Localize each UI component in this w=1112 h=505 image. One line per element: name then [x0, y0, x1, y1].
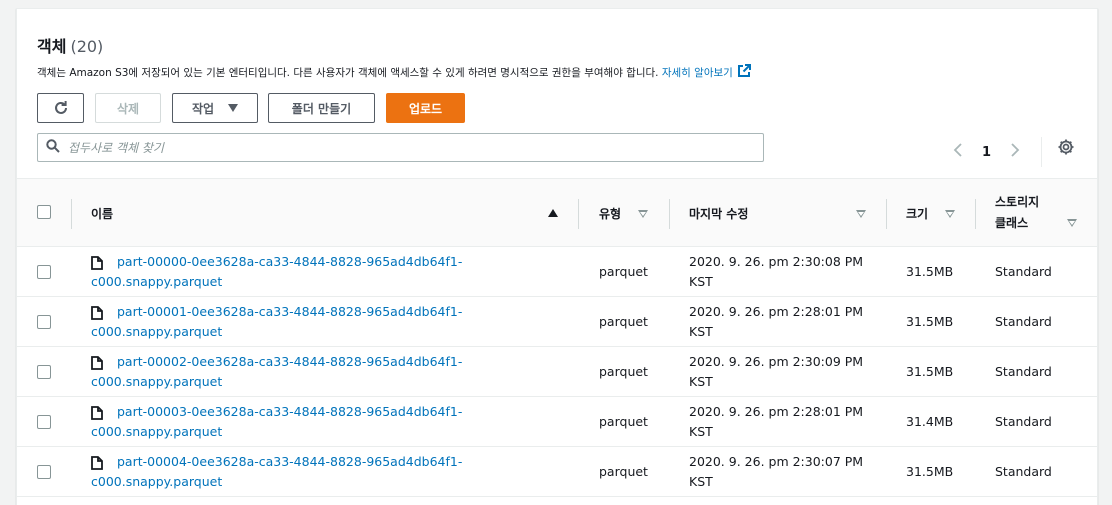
object-type: parquet	[599, 464, 648, 479]
select-all-checkbox[interactable]	[37, 205, 51, 219]
table-body: part-00000-0ee3628a-ca33-4844-8828-965ad…	[17, 247, 1097, 497]
object-name-link[interactable]: part-00001-0ee3628a-ca33-4844-8828-965ad…	[91, 302, 491, 342]
table-row[interactable]: part-00001-0ee3628a-ca33-4844-8828-965ad…	[17, 297, 1097, 347]
storage-class: Standard	[995, 464, 1052, 479]
column-name[interactable]: 이름	[91, 179, 113, 247]
object-size: 31.4MB	[906, 414, 954, 429]
object-type: parquet	[599, 264, 648, 279]
search-icon	[46, 138, 60, 157]
object-name-link[interactable]: part-00003-0ee3628a-ca33-4844-8828-965ad…	[91, 402, 491, 442]
next-page-icon[interactable]	[1009, 142, 1021, 162]
pager-divider	[1041, 137, 1043, 167]
prev-page-icon[interactable]	[952, 142, 964, 162]
learn-more-link[interactable]: 자세히 알아보기	[662, 67, 733, 79]
column-storage-class[interactable]: 스토리지 클래스	[995, 179, 1039, 247]
column-divider	[578, 199, 579, 229]
row-checkbox[interactable]	[37, 365, 51, 379]
description-text: 객체는 Amazon S3에 저장되어 있는 기본 엔터티입니다. 다른 사용자…	[37, 67, 659, 79]
table-header: 이름 유형 마지막 수정 크기 스토리지 클래스	[17, 178, 1097, 247]
last-modified-timezone: KST	[689, 424, 713, 439]
table-row[interactable]: part-00003-0ee3628a-ca33-4844-8828-965ad…	[17, 397, 1097, 447]
column-divider	[975, 199, 976, 229]
object-count: (20)	[70, 37, 104, 56]
last-modified-timezone: KST	[689, 374, 713, 389]
row-checkbox[interactable]	[37, 465, 51, 479]
refresh-button[interactable]	[37, 93, 84, 123]
storage-class: Standard	[995, 264, 1052, 279]
last-modified-datetime: 2020. 9. 26. pm 2:28:01 PM	[689, 404, 864, 419]
sort-icon[interactable]	[856, 210, 866, 218]
refresh-icon	[54, 101, 67, 114]
delete-button[interactable]: 삭제	[95, 93, 161, 123]
actions-label: 작업	[191, 101, 215, 116]
column-modified[interactable]: 마지막 수정	[689, 179, 748, 247]
objects-table: 이름 유형 마지막 수정 크기 스토리지 클래스 part-00000-0ee3…	[17, 178, 1097, 497]
storage-class-label-1: 스토리지	[995, 195, 1040, 209]
column-divider	[886, 199, 887, 229]
object-size: 31.5MB	[906, 314, 954, 329]
row-checkbox[interactable]	[37, 315, 51, 329]
actions-dropdown[interactable]: 작업	[172, 93, 258, 123]
external-link-icon[interactable]	[737, 64, 751, 81]
gear-icon[interactable]	[1057, 138, 1075, 160]
object-type: parquet	[599, 364, 648, 379]
last-modified: 2020. 9. 26. pm 2:30:07 PM KST	[689, 452, 863, 492]
last-modified-timezone: KST	[689, 324, 713, 339]
table-row[interactable]: part-00000-0ee3628a-ca33-4844-8828-965ad…	[17, 247, 1097, 297]
last-modified-datetime: 2020. 9. 26. pm 2:28:01 PM	[689, 304, 864, 319]
table-row[interactable]: part-00004-0ee3628a-ca33-4844-8828-965ad…	[17, 447, 1097, 497]
last-modified-timezone: KST	[689, 274, 713, 289]
storage-class: Standard	[995, 414, 1052, 429]
storage-class: Standard	[995, 314, 1052, 329]
sort-icon[interactable]	[638, 210, 648, 218]
last-modified: 2020. 9. 26. pm 2:30:09 PM KST	[689, 352, 863, 392]
last-modified-datetime: 2020. 9. 26. pm 2:30:09 PM	[689, 354, 864, 369]
title-text: 객체	[37, 37, 67, 56]
object-size: 31.5MB	[906, 364, 954, 379]
column-divider	[71, 199, 72, 229]
last-modified: 2020. 9. 26. pm 2:28:01 PM KST	[689, 302, 863, 342]
column-type[interactable]: 유형	[599, 179, 621, 247]
description: 객체는 Amazon S3에 저장되어 있는 기본 엔터티입니다. 다른 사용자…	[37, 64, 751, 81]
column-size[interactable]: 크기	[906, 179, 928, 247]
pagination: 1	[952, 137, 1043, 167]
create-folder-button[interactable]: 폴더 만들기	[268, 93, 375, 123]
sort-ascending-icon[interactable]	[548, 209, 558, 217]
current-page[interactable]: 1	[982, 145, 991, 160]
table-row[interactable]: part-00002-0ee3628a-ca33-4844-8828-965ad…	[17, 347, 1097, 397]
object-name-link[interactable]: part-00002-0ee3628a-ca33-4844-8828-965ad…	[91, 352, 491, 392]
object-type: parquet	[599, 414, 648, 429]
row-checkbox[interactable]	[37, 265, 51, 279]
last-modified-datetime: 2020. 9. 26. pm 2:30:07 PM	[689, 454, 864, 469]
sort-icon[interactable]	[1067, 219, 1077, 227]
last-modified: 2020. 9. 26. pm 2:28:01 PM KST	[689, 402, 863, 442]
caret-down-icon	[228, 104, 239, 112]
page-title: 객체 (20)	[37, 33, 103, 57]
object-name-link[interactable]: part-00000-0ee3628a-ca33-4844-8828-965ad…	[91, 252, 491, 292]
last-modified: 2020. 9. 26. pm 2:30:08 PM KST	[689, 252, 863, 292]
sort-icon[interactable]	[945, 210, 955, 218]
objects-panel: 객체 (20) 객체는 Amazon S3에 저장되어 있는 기본 엔터티입니다.…	[16, 8, 1098, 505]
object-name-link[interactable]: part-00004-0ee3628a-ca33-4844-8828-965ad…	[91, 452, 491, 492]
column-divider	[669, 199, 670, 229]
upload-button[interactable]: 업로드	[386, 93, 465, 123]
row-checkbox[interactable]	[37, 415, 51, 429]
object-size: 31.5MB	[906, 464, 954, 479]
search-input[interactable]	[68, 140, 748, 155]
storage-class-label-2: 클래스	[995, 216, 1029, 230]
last-modified-datetime: 2020. 9. 26. pm 2:30:08 PM	[689, 254, 864, 269]
search-box[interactable]	[37, 133, 764, 162]
last-modified-timezone: KST	[689, 474, 713, 489]
storage-class: Standard	[995, 364, 1052, 379]
object-size: 31.5MB	[906, 264, 954, 279]
object-type: parquet	[599, 314, 648, 329]
